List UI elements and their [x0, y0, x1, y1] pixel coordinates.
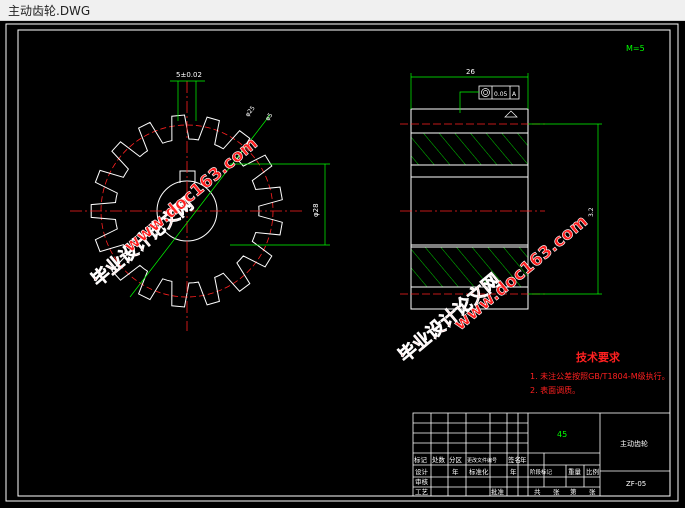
hub-dim-text: φ28 — [312, 203, 320, 217]
requirement-item-1: 1. 未注公差按照GB/T1804-M级执行。 — [530, 371, 670, 381]
label-page: 第 — [570, 487, 577, 496]
runout-symbol-inner-icon — [483, 90, 488, 95]
section-hatch-top — [410, 132, 529, 166]
tolerance-datum: A — [512, 91, 517, 98]
runout-symbol-icon — [481, 88, 490, 97]
ra-text: 3.2 — [588, 207, 595, 217]
scale-note: M=5 — [626, 44, 645, 53]
label-zone: 分区 — [449, 455, 463, 464]
drawing-canvas[interactable]: M=5 5±0.02 φ28 φ25 φ5 26 0.05 A 3.2 毕业设计… — [0, 21, 685, 504]
label-total: 共 — [534, 487, 541, 496]
label-design: 设计 — [415, 467, 429, 476]
label-year-3: 年 — [510, 467, 517, 476]
label-change-doc: 更改文件编号 — [467, 457, 497, 464]
requirement-item-2: 2. 表面调质。 — [530, 385, 580, 395]
tolerance-value: 0.05 — [494, 91, 508, 98]
watermark-url-left: www.doc163.com — [120, 134, 261, 257]
label-review: 审核 — [415, 477, 429, 486]
diameter-a-text: φ25 — [244, 105, 257, 119]
label-stage-mark: 阶段标记 — [530, 468, 553, 476]
title-block-text: 45 主动齿轮 ZF-05 标记 处数 分区 更改文件编号 签名 年 设计 年 … — [414, 430, 648, 496]
label-count: 处数 — [432, 455, 446, 464]
width-dim-text: 26 — [466, 68, 475, 76]
label-process: 工艺 — [415, 488, 429, 496]
label-mark: 标记 — [414, 455, 428, 464]
window-title-bar: 主动齿轮.DWG — [0, 0, 685, 21]
window-title: 主动齿轮.DWG — [8, 4, 91, 18]
gear-front-view: 5±0.02 φ28 φ25 φ5 — [70, 71, 330, 331]
label-weight: 重量 — [568, 468, 582, 476]
cad-drawing: M=5 5±0.02 φ28 φ25 φ5 26 0.05 A 3.2 毕业设计… — [5, 23, 679, 502]
label-standardize: 标准化 — [469, 467, 489, 476]
requirements-title: 技术要求 — [576, 350, 621, 364]
drawing-number-text: ZF-05 — [626, 480, 646, 488]
technical-requirements: 技术要求 1. 未注公差按照GB/T1804-M级执行。 2. 表面调质。 — [530, 350, 670, 395]
material-text: 45 — [557, 430, 567, 439]
label-year-2: 年 — [452, 467, 459, 476]
keyway-dim-text: 5±0.02 — [176, 71, 202, 79]
label-sheet-2: 张 — [589, 487, 596, 496]
gear-side-view: 26 0.05 A 3.2 — [400, 68, 602, 310]
label-approve: 批准 — [491, 487, 505, 496]
label-sheet-1: 张 — [553, 487, 560, 496]
label-year-1: 年 — [520, 455, 527, 464]
tolerance-leader — [459, 91, 479, 113]
label-scale: 比例 — [586, 467, 599, 476]
part-name-text: 主动齿轮 — [620, 439, 648, 448]
datum-triangle-icon — [504, 110, 518, 118]
